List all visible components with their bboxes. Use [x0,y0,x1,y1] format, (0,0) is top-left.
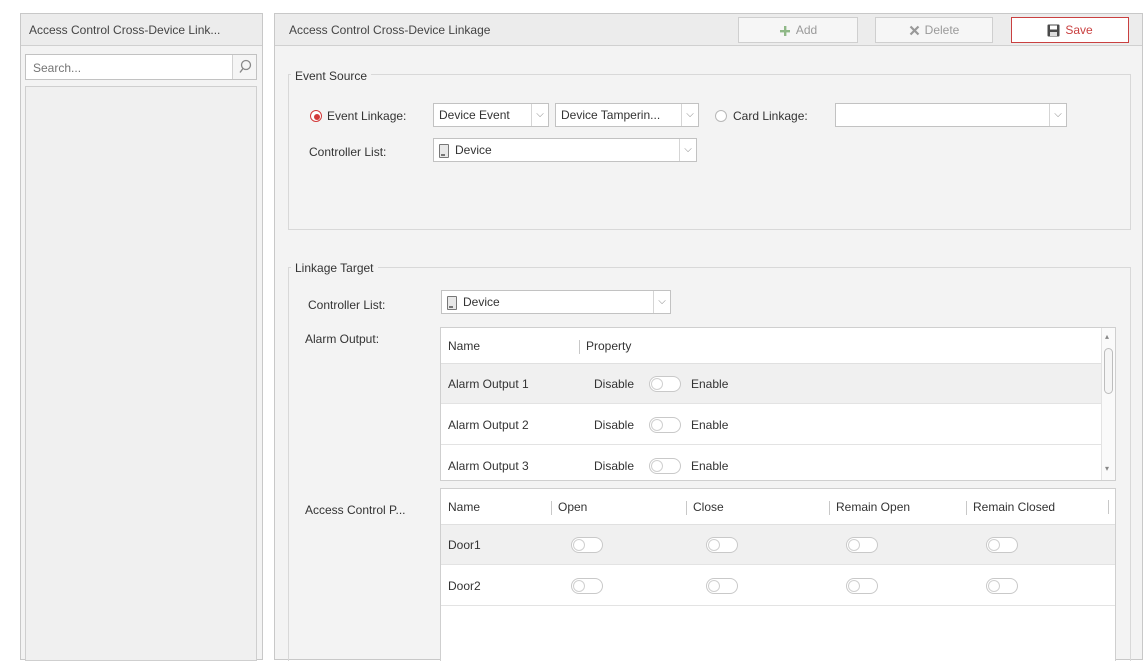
disable-label: Disable [594,459,635,473]
alarm-output-toggle[interactable] [649,376,681,392]
page-title: Access Control Cross-Device Linkage [289,23,491,37]
table-row[interactable]: Door2 [441,566,1115,606]
search-box [25,54,257,80]
door-close-toggle[interactable] [706,537,738,553]
column-divider [1108,500,1109,514]
card-linkage-label: Card Linkage: [733,109,808,123]
device-icon [447,295,457,310]
table-scrollbar[interactable]: ▴ ▾ [1101,328,1115,480]
delete-label: Delete [924,23,960,37]
table-row[interactable]: Alarm Output 2 Disable Enable [441,405,1101,445]
main-header: Access Control Cross-Device Linkage Add … [275,14,1142,46]
search-icon [239,59,252,73]
door-remain-closed-toggle[interactable] [986,578,1018,594]
save-label: Save [1065,23,1093,37]
chevron-down-icon: ⌵ [679,139,696,161]
linkage-config-panel: Access Control Cross-Device Linkage Add … [274,13,1143,661]
event-subtype-value: Device Tamperin... [561,108,661,122]
disable-label: Disable [594,418,635,432]
card-linkage-select[interactable]: ⌵ [835,103,1067,127]
table-header: Name Property [441,328,1101,364]
chevron-down-icon: ⌵ [1049,104,1066,126]
door-remain-open-toggle[interactable] [846,537,878,553]
disable-label: Disable [594,377,635,391]
target-controller-list-label: Controller List: [308,298,386,312]
door-remain-open-toggle[interactable] [846,578,878,594]
device-list[interactable] [25,86,257,661]
access-control-point-table: Name Open Close Remain Open Remain Close… [440,488,1116,661]
alarm-output-label: Alarm Output: [305,332,380,346]
save-button[interactable]: Save [1011,17,1129,43]
door-name: Door1 [448,538,481,552]
device-tree-panel: Access Control Cross-Device Link... [20,13,263,661]
delete-button[interactable]: Delete [875,17,993,43]
enable-label: Enable [691,377,729,391]
scrollbar-thumb[interactable] [1104,348,1113,394]
enable-label: Enable [691,418,729,432]
delete-x-icon [909,26,919,36]
event-linkage-radio[interactable] [310,110,322,122]
door-name: Door2 [448,579,481,593]
table-row[interactable]: Door1 [441,525,1115,565]
enable-label: Enable [691,459,729,473]
door-open-toggle[interactable] [571,578,603,594]
alarm-output-name: Alarm Output 1 [448,377,529,391]
add-button[interactable]: Add [738,17,858,43]
source-controller-select[interactable]: Device ⌵ [433,138,697,162]
alarm-output-toggle[interactable] [649,417,681,433]
event-subtype-select[interactable]: Device Tamperin... ⌵ [555,103,699,127]
column-header-open: Open [551,489,587,525]
alarm-output-toggle[interactable] [649,458,681,474]
search-button[interactable] [232,55,256,79]
target-controller-select[interactable]: Device ⌵ [441,290,671,314]
add-label: Add [795,23,818,37]
column-header-name: Name [448,339,481,353]
save-disk-icon [1047,24,1060,37]
table-header: Name Open Close Remain Open Remain Close… [441,489,1115,525]
target-controller-value: Device [463,295,500,309]
device-icon [439,143,449,158]
alarm-output-name: Alarm Output 3 [448,459,529,473]
table-row[interactable]: Alarm Output 3 Disable Enable [441,446,1101,480]
alarm-output-table: Name Property Alarm Output 1 Disable Ena… [440,327,1116,481]
controller-list-label: Controller List: [309,145,387,159]
door-open-toggle[interactable] [571,537,603,553]
column-header-property: Property [579,328,631,364]
door-remain-closed-toggle[interactable] [986,537,1018,553]
chevron-down-icon: ⌵ [681,104,698,126]
column-header-name: Name [448,500,481,514]
column-header-remain-closed: Remain Closed [966,489,1055,525]
column-header-remain-open: Remain Open [829,489,910,525]
plus-icon [779,25,790,36]
access-control-point-label: Access Control P... [305,503,406,517]
linkage-target-legend: Linkage Target [291,261,378,275]
chevron-down-icon: ⌵ [653,291,670,313]
event-source-group [288,74,1131,230]
scroll-down-icon[interactable]: ▾ [1105,464,1109,473]
card-linkage-radio[interactable] [715,110,727,122]
left-panel-title: Access Control Cross-Device Link... [21,14,262,46]
event-type-value: Device Event [439,108,510,122]
chevron-down-icon: ⌵ [531,104,548,126]
event-source-legend: Event Source [291,69,372,83]
event-linkage-label: Event Linkage: [327,109,407,123]
table-row[interactable]: Alarm Output 1 Disable Enable [441,364,1101,404]
source-controller-value: Device [455,143,492,157]
door-close-toggle[interactable] [706,578,738,594]
alarm-output-name: Alarm Output 2 [448,418,529,432]
column-header-close: Close [686,489,724,525]
event-type-select[interactable]: Device Event ⌵ [433,103,549,127]
scroll-up-icon[interactable]: ▴ [1105,332,1109,341]
search-input[interactable] [31,56,235,80]
